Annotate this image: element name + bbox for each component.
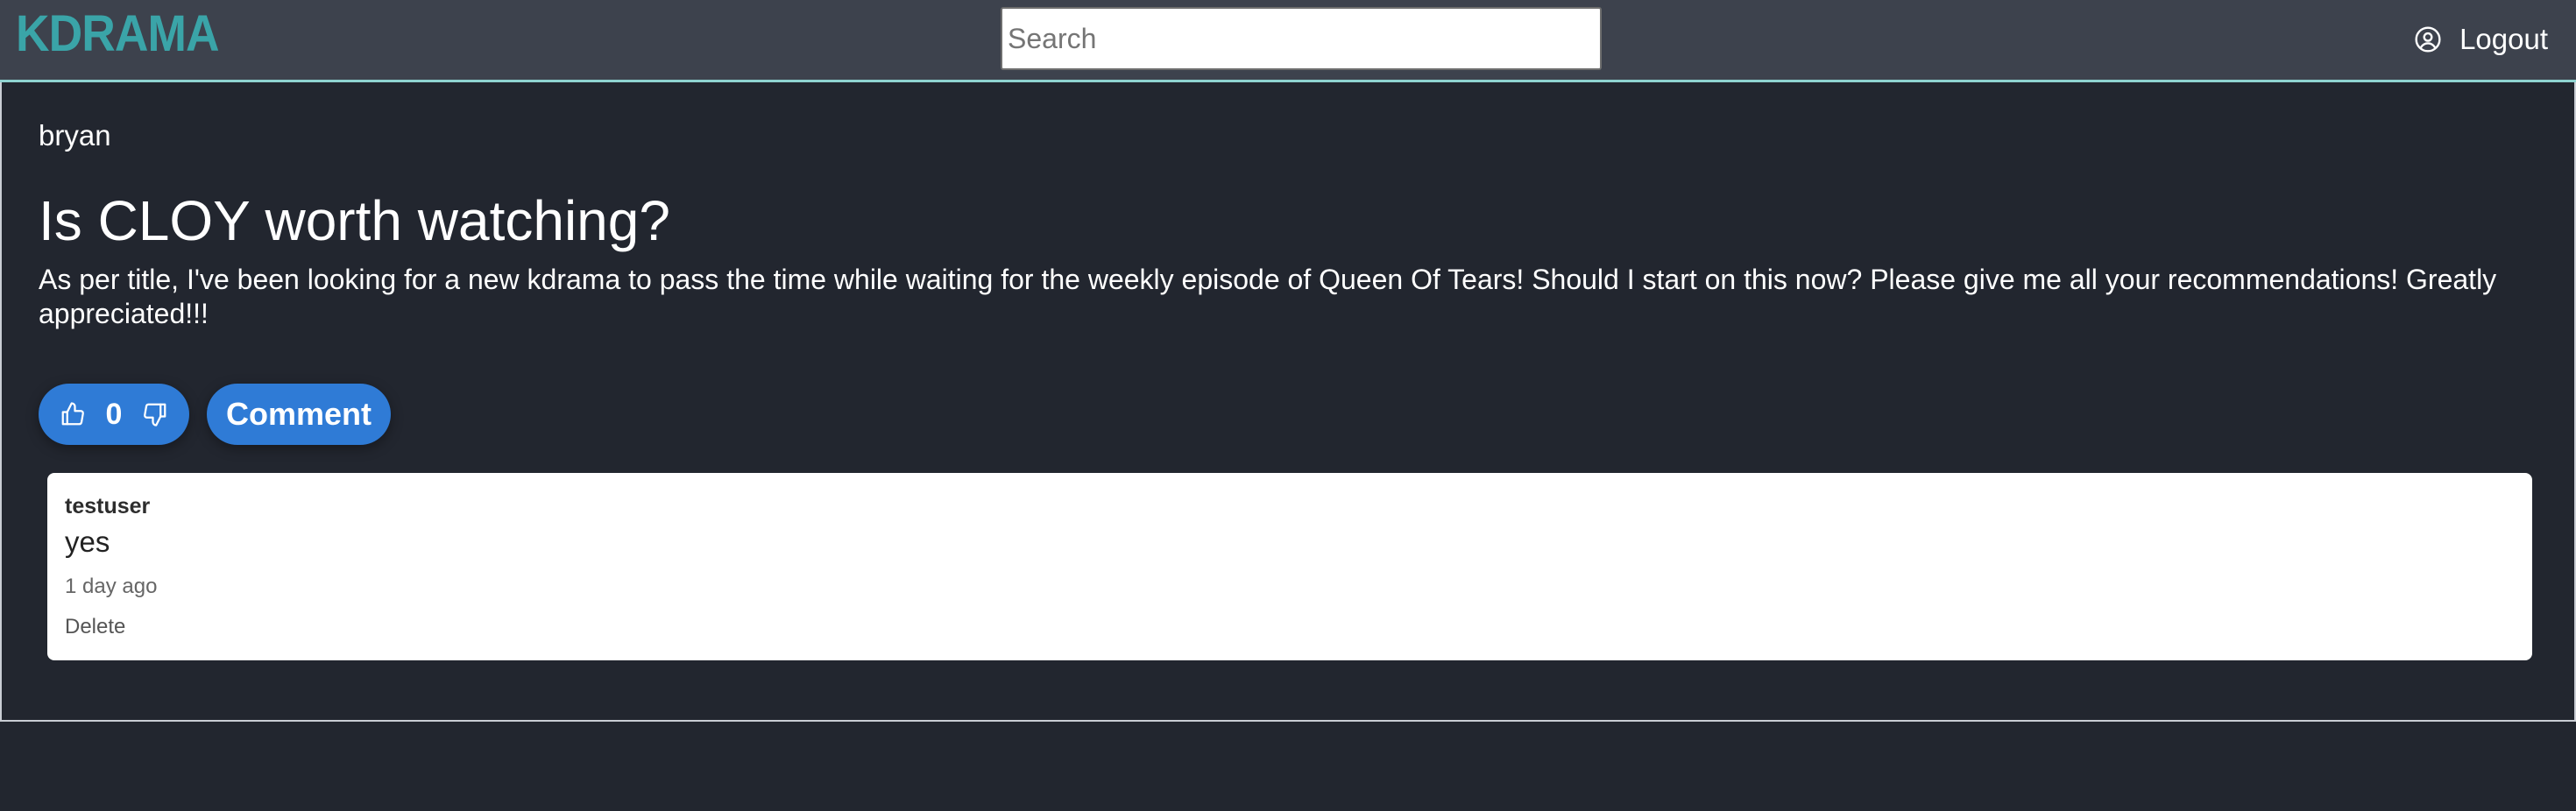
logout-button[interactable]: Logout — [2414, 18, 2548, 61]
top-navbar: KDRAMA Logout — [0, 0, 2576, 82]
search-input[interactable] — [1001, 7, 1602, 70]
comment-author[interactable]: testuser — [65, 494, 150, 519]
delete-comment-button[interactable]: Delete — [65, 615, 125, 639]
vote-control: 0 — [39, 384, 189, 445]
thumbs-down-icon[interactable] — [142, 401, 168, 427]
comment-timestamp: 1 day ago — [65, 575, 158, 598]
post-body: As per title, I've been looking for a ne… — [39, 264, 2497, 329]
post-title: Is CLOY worth watching? — [39, 189, 670, 252]
comment-button[interactable]: Comment — [207, 384, 391, 445]
vote-count: 0 — [105, 397, 123, 431]
logout-label: Logout — [2459, 23, 2548, 55]
post-author[interactable]: bryan — [39, 119, 111, 152]
site-logo[interactable]: KDRAMA — [16, 4, 220, 65]
comment-text: yes — [65, 525, 110, 558]
user-circle-icon — [2414, 25, 2442, 53]
thumbs-up-icon[interactable] — [60, 401, 86, 427]
comment-card: testuser yes 1 day ago Delete — [47, 473, 2532, 660]
post-card: bryan Is CLOY worth watching? As per tit… — [0, 82, 2576, 722]
